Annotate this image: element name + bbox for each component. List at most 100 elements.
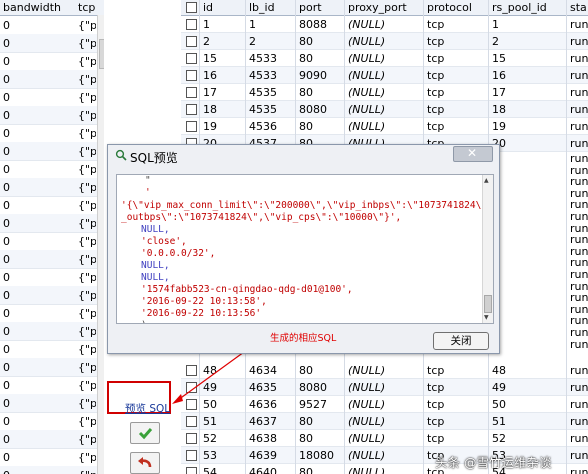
tcp-cell[interactable]: {"p bbox=[78, 145, 96, 158]
left-table-row[interactable]: 0 {"p bbox=[0, 394, 104, 413]
status-cell[interactable]: run bbox=[570, 69, 588, 82]
tcp-cell[interactable]: {"p bbox=[78, 415, 96, 428]
bandwidth-cell[interactable]: 0 bbox=[3, 91, 10, 104]
row-checkbox[interactable] bbox=[186, 36, 197, 47]
status-cell[interactable]: run bbox=[570, 364, 588, 377]
lb-id-cell[interactable]: 2 bbox=[249, 35, 256, 48]
lb-id-cell[interactable]: 4535 bbox=[249, 103, 277, 116]
table-row[interactable]: 51 4637 80 (NULL) tcp 51 run bbox=[181, 413, 588, 430]
row-checkbox[interactable] bbox=[186, 467, 197, 474]
bandwidth-cell[interactable]: 0 bbox=[3, 19, 10, 32]
left-table-row[interactable]: 0 {"p bbox=[0, 430, 104, 449]
port-cell[interactable]: 9527 bbox=[299, 398, 327, 411]
id-cell[interactable]: 53 bbox=[203, 449, 217, 462]
proxy-port-cell[interactable]: (NULL) bbox=[348, 432, 385, 445]
rs-pool-id-cell[interactable]: 2 bbox=[492, 35, 499, 48]
rs-pool-id-cell[interactable]: 19 bbox=[492, 120, 506, 133]
port-cell[interactable]: 9090 bbox=[299, 69, 327, 82]
tcp-cell[interactable]: {"p bbox=[78, 379, 96, 392]
row-checkbox[interactable] bbox=[186, 416, 197, 427]
proxy-port-cell[interactable]: (NULL) bbox=[348, 381, 385, 394]
table-row[interactable]: 18 4535 8080 (NULL) tcp 18 run bbox=[181, 101, 588, 118]
port-cell[interactable]: 8080 bbox=[299, 103, 327, 116]
proxy-port-cell[interactable]: (NULL) bbox=[348, 364, 385, 377]
tcp-cell[interactable]: {"p bbox=[78, 91, 96, 104]
left-table-scrollbar[interactable] bbox=[97, 15, 104, 474]
tcp-cell[interactable]: {"p bbox=[78, 253, 96, 266]
bandwidth-cell[interactable]: 0 bbox=[3, 109, 10, 122]
proxy-port-cell[interactable]: (NULL) bbox=[348, 103, 385, 116]
tcp-cell[interactable]: {"p bbox=[78, 307, 96, 320]
status-cell[interactable]: run bbox=[570, 120, 588, 133]
proxy-port-cell[interactable]: (NULL) bbox=[348, 466, 385, 474]
status-cell[interactable]: run bbox=[570, 103, 588, 116]
confirm-button[interactable] bbox=[130, 422, 160, 444]
left-table-row[interactable]: 0 {"p bbox=[0, 160, 104, 179]
id-cell[interactable]: 54 bbox=[203, 466, 217, 474]
column-header-proxy-port[interactable]: proxy_port bbox=[348, 1, 407, 14]
status-cell[interactable]: run bbox=[570, 381, 588, 394]
id-cell[interactable]: 17 bbox=[203, 86, 217, 99]
bandwidth-cell[interactable]: 0 bbox=[3, 415, 10, 428]
protocol-cell[interactable]: tcp bbox=[427, 415, 444, 428]
protocol-cell[interactable]: tcp bbox=[427, 120, 444, 133]
left-table-row[interactable]: 0 {"p bbox=[0, 34, 104, 53]
status-cell[interactable]: run bbox=[570, 338, 588, 351]
bandwidth-cell[interactable]: 0 bbox=[3, 163, 10, 176]
tcp-cell[interactable]: {"p bbox=[78, 181, 96, 194]
column-header-tcp[interactable]: tcp bbox=[78, 1, 95, 14]
port-cell[interactable]: 80 bbox=[299, 86, 313, 99]
id-cell[interactable]: 51 bbox=[203, 415, 217, 428]
status-cell[interactable]: run bbox=[570, 466, 588, 474]
left-table-row[interactable]: 0 {"p bbox=[0, 214, 104, 233]
left-table-row[interactable]: 0 {"p bbox=[0, 304, 104, 323]
bandwidth-cell[interactable]: 0 bbox=[3, 397, 10, 410]
bandwidth-cell[interactable]: 0 bbox=[3, 55, 10, 68]
tcp-cell[interactable]: {"p bbox=[78, 217, 96, 230]
row-checkbox[interactable] bbox=[186, 450, 197, 461]
port-cell[interactable]: 80 bbox=[299, 364, 313, 377]
scroll-down-icon[interactable]: ▼ bbox=[484, 314, 489, 321]
tcp-cell[interactable]: {"p bbox=[78, 55, 96, 68]
port-cell[interactable]: 8088 bbox=[299, 18, 327, 31]
lb-id-cell[interactable]: 4535 bbox=[249, 86, 277, 99]
tcp-cell[interactable]: {"p bbox=[78, 235, 96, 248]
left-table-row[interactable]: 0 {"p bbox=[0, 52, 104, 71]
table-row[interactable]: 19 4536 80 (NULL) tcp 19 run bbox=[181, 118, 588, 135]
id-cell[interactable]: 1 bbox=[203, 18, 210, 31]
proxy-port-cell[interactable]: (NULL) bbox=[348, 69, 385, 82]
bandwidth-cell[interactable]: 0 bbox=[3, 325, 10, 338]
lb-id-cell[interactable]: 4536 bbox=[249, 120, 277, 133]
bandwidth-cell[interactable]: 0 bbox=[3, 271, 10, 284]
lb-id-cell[interactable]: 4639 bbox=[249, 449, 277, 462]
protocol-cell[interactable]: tcp bbox=[427, 103, 444, 116]
bandwidth-cell[interactable]: 0 bbox=[3, 127, 10, 140]
table-row[interactable]: 48 4634 80 (NULL) tcp 48 run bbox=[181, 362, 588, 379]
status-cell[interactable]: run bbox=[570, 415, 588, 428]
dialog-close-button[interactable]: ✕ bbox=[453, 146, 493, 162]
left-table-row[interactable]: 0 {"p bbox=[0, 322, 104, 341]
rs-pool-id-cell[interactable]: 50 bbox=[492, 398, 506, 411]
row-checkbox[interactable] bbox=[186, 53, 197, 64]
protocol-cell[interactable]: tcp bbox=[427, 364, 444, 377]
table-row[interactable]: 17 4535 80 (NULL) tcp 17 run bbox=[181, 84, 588, 101]
proxy-port-cell[interactable]: (NULL) bbox=[348, 398, 385, 411]
row-checkbox[interactable] bbox=[186, 433, 197, 444]
tcp-cell[interactable]: {"p bbox=[78, 361, 96, 374]
status-cell[interactable]: run bbox=[570, 18, 588, 31]
status-cell[interactable]: run bbox=[570, 35, 588, 48]
port-cell[interactable]: 8080 bbox=[299, 381, 327, 394]
lb-id-cell[interactable]: 4636 bbox=[249, 398, 277, 411]
id-cell[interactable]: 49 bbox=[203, 381, 217, 394]
lb-id-cell[interactable]: 4640 bbox=[249, 466, 277, 474]
tcp-cell[interactable]: {"p bbox=[78, 289, 96, 302]
protocol-cell[interactable]: tcp bbox=[427, 18, 444, 31]
bandwidth-cell[interactable]: 0 bbox=[3, 469, 10, 474]
bandwidth-cell[interactable]: 0 bbox=[3, 433, 10, 446]
tcp-cell[interactable]: {"p bbox=[78, 343, 96, 356]
bandwidth-cell[interactable]: 0 bbox=[3, 289, 10, 302]
column-header-rs-pool-id[interactable]: rs_pool_id bbox=[492, 1, 547, 14]
tcp-cell[interactable]: {"p bbox=[78, 271, 96, 284]
left-table-row[interactable]: 0 {"p bbox=[0, 178, 104, 197]
bandwidth-cell[interactable]: 0 bbox=[3, 217, 10, 230]
